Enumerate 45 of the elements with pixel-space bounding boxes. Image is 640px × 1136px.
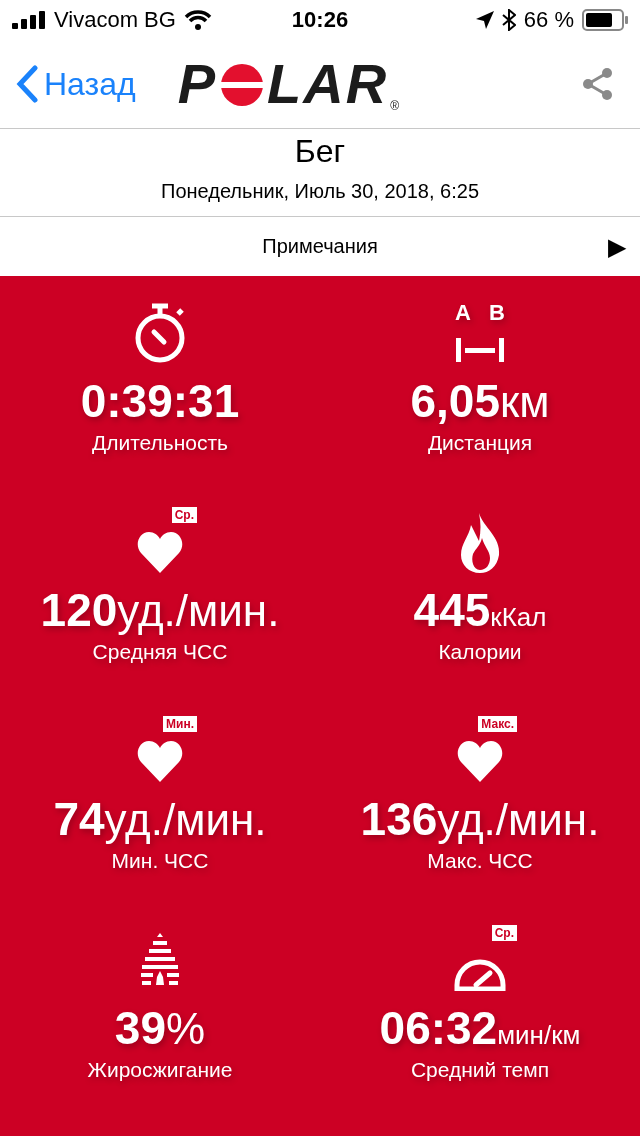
wifi-icon [183, 10, 212, 30]
stat-value: 0:39:31 [80, 376, 240, 427]
share-icon[interactable] [582, 67, 614, 101]
stat-value: 74уд./мин. [53, 794, 267, 845]
stat-label: Средний темп [410, 1057, 550, 1082]
stat-label: Дистанция [427, 430, 533, 455]
stat-value: 136уд./мин. [360, 794, 600, 845]
heart-icon [137, 531, 183, 573]
stat-value: 39% [114, 1003, 206, 1054]
logo-text: LAR [267, 56, 389, 112]
back-button[interactable]: Назад [16, 65, 136, 103]
stat-value: 445кКал [413, 585, 547, 636]
stat-label: Макс. ЧСС [427, 848, 533, 873]
clock-time: 10:26 [291, 7, 349, 33]
point-label: A [455, 300, 471, 326]
battery-percent: 66 % [523, 7, 574, 33]
stat-value: 6,05км [410, 376, 550, 427]
registered-mark: ® [390, 100, 401, 112]
heart-icon [137, 740, 183, 782]
stat-value: 120уд./мин. [40, 585, 280, 636]
location-arrow-icon [475, 11, 494, 29]
badge-label: Ср. [171, 507, 197, 523]
stat-value: 06:32мин/км [379, 1003, 581, 1054]
carrier-name: Vivacom BG [54, 7, 176, 33]
expand-arrow[interactable]: ▶ [608, 232, 626, 261]
stat-label: Длительность [91, 430, 229, 455]
bluetooth-icon [501, 9, 516, 31]
flame-icon [459, 513, 501, 573]
badge-label: Макс. [478, 716, 517, 732]
stat-label: Калории [438, 639, 522, 664]
activity-date: Понедельник, Июль 30, 2018, 6:25 [161, 180, 479, 203]
stat-label: Мин. ЧСС [111, 848, 209, 873]
point-label: B [489, 300, 505, 326]
notes-link[interactable]: Примечания [262, 235, 378, 258]
logo-text: P [177, 56, 218, 112]
badge-label: Мин. [163, 716, 197, 732]
chevron-left-icon [16, 65, 38, 103]
signal-icon [12, 11, 46, 29]
heart-icon [457, 740, 503, 782]
activity-title: Бег [294, 133, 346, 170]
badge-label: Ср. [491, 925, 517, 941]
logo-circle-icon [221, 64, 264, 106]
stat-label: Жиросжигание [87, 1057, 233, 1082]
stat-label: Средняя ЧСС [92, 639, 228, 664]
battery-icon [582, 9, 628, 31]
